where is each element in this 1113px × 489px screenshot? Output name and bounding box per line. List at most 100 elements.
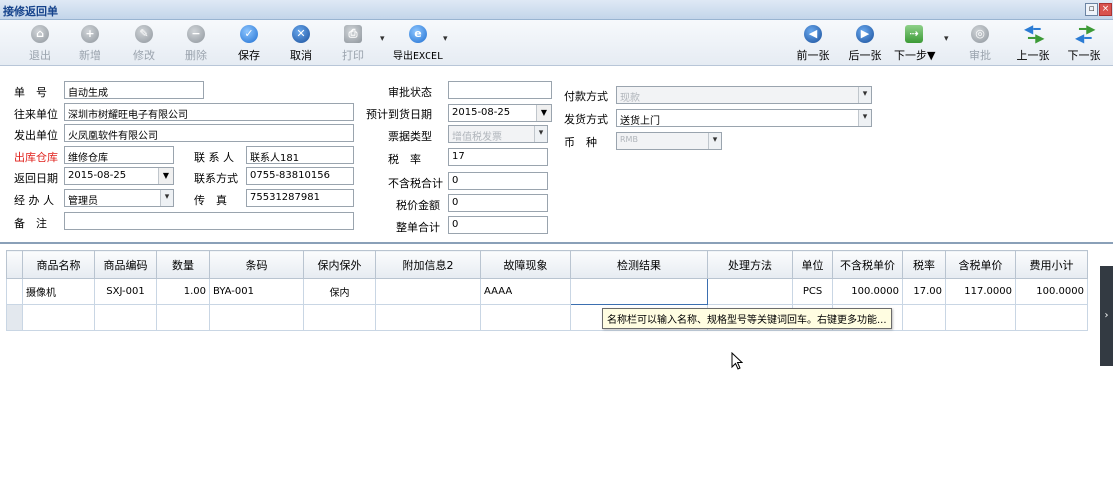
invoice-type-select[interactable]: 增值税发票 — [448, 125, 548, 143]
add-button[interactable]: + 新增 — [70, 25, 110, 63]
handler-select[interactable]: 管理员 — [64, 189, 174, 207]
next-step-dropdown-icon[interactable]: ▾ — [944, 34, 949, 44]
partner-label: 往来单位 — [14, 108, 58, 121]
cell-qty[interactable]: 1.00 — [156, 278, 210, 305]
swap-arrows-icon: ━▶ ◀━ — [1075, 22, 1096, 45]
cell-empty[interactable] — [480, 304, 571, 331]
swap-arrows-icon: ◀━ ━▶ — [1024, 22, 1045, 45]
col-header[interactable]: 数量 — [156, 250, 210, 279]
table-header-row: 商品名称 商品编码 数量 条码 保内保外 附加信息2 故障现象 检测结果 处理方… — [6, 250, 1088, 279]
edit-button[interactable]: ✎ 修改 — [124, 25, 164, 63]
approval-field — [448, 81, 552, 99]
col-header[interactable]: 费用小计 — [1015, 250, 1088, 279]
sender-field[interactable]: 火凤凰软件有限公司 — [64, 124, 354, 142]
col-header[interactable]: 含税单价 — [945, 250, 1016, 279]
prev-page-button[interactable]: ◀━ ━▶ 上一张 — [1013, 22, 1053, 63]
col-header[interactable]: 条码 — [209, 250, 304, 279]
export-dropdown-icon[interactable]: ▾ — [443, 34, 448, 44]
export-excel-button[interactable]: e 导出EXCEL — [393, 25, 443, 62]
shipping-select[interactable]: 送货上门 — [616, 109, 872, 127]
x-icon: ✕ — [292, 25, 310, 43]
cell-rate[interactable]: 17.00 — [902, 278, 946, 305]
cell-warranty[interactable]: 保内 — [303, 278, 376, 305]
cancel-button[interactable]: ✕ 取消 — [281, 25, 321, 63]
cell-code[interactable]: SXJ-001 — [94, 278, 157, 305]
cell-empty[interactable] — [209, 304, 304, 331]
cell-empty[interactable] — [303, 304, 376, 331]
cell-name[interactable]: 摄像机 — [22, 278, 95, 305]
cell-taxed-price[interactable]: 117.0000 — [945, 278, 1016, 305]
col-header[interactable]: 检测结果 — [570, 250, 708, 279]
cell-method[interactable] — [707, 278, 793, 305]
exit-icon: ⌂ — [31, 25, 49, 43]
col-header[interactable]: 单位 — [792, 250, 833, 279]
approve-button[interactable]: ◎ 审批 — [960, 25, 1000, 63]
delete-button[interactable]: − 删除 — [176, 25, 216, 63]
phone-label: 联系方式 — [194, 172, 238, 185]
print-button[interactable]: ⎙ 打印 — [333, 25, 373, 63]
cell-unit[interactable]: PCS — [792, 278, 833, 305]
contact-field[interactable]: 联系人181 — [246, 146, 354, 164]
cell-empty[interactable] — [94, 304, 157, 331]
col-header[interactable]: 税率 — [902, 250, 946, 279]
col-header[interactable]: 保内保外 — [303, 250, 376, 279]
minus-icon: − — [187, 25, 205, 43]
pretax-total-label: 不含税合计 — [388, 177, 443, 190]
cell-empty[interactable] — [902, 304, 946, 331]
exit-button[interactable]: ⌂ 退出 — [20, 25, 60, 63]
cell-empty[interactable] — [156, 304, 210, 331]
cell-empty[interactable] — [1015, 304, 1088, 331]
print-dropdown-icon[interactable]: ▾ — [380, 34, 385, 44]
restore-button[interactable]: ▫ — [1085, 3, 1098, 16]
tax-amount-field: 0 — [448, 194, 548, 212]
tax-rate-field[interactable]: 17 — [448, 148, 548, 166]
row-header[interactable] — [6, 278, 23, 305]
side-panel-handle[interactable]: › — [1100, 266, 1113, 366]
col-header[interactable]: 处理方法 — [707, 250, 793, 279]
col-header[interactable]: 不含税单价 — [832, 250, 903, 279]
edit-icon: ✎ — [135, 25, 153, 43]
cell-empty[interactable] — [375, 304, 481, 331]
warehouse-label: 出库仓库 — [14, 151, 58, 164]
cell-empty[interactable] — [945, 304, 1016, 331]
close-button[interactable]: × — [1099, 3, 1112, 16]
payment-label: 付款方式 — [564, 90, 608, 103]
toolbar: ⌂ 退出 + 新增 ✎ 修改 − 删除 ✓ 保存 ✕ 取消 ⎙ 打印 ▾ e 导… — [0, 20, 1113, 66]
doc-no-field[interactable]: 自动生成 — [64, 81, 204, 99]
payment-select[interactable]: 现款 — [616, 86, 872, 104]
doc-no-label: 单 号 — [14, 86, 47, 99]
next-doc-button[interactable]: ▶ 后一张 — [845, 25, 885, 63]
col-header[interactable]: 故障现象 — [480, 250, 571, 279]
cell-subtotal[interactable]: 100.0000 — [1015, 278, 1088, 305]
fax-label: 传 真 — [194, 194, 227, 207]
partner-field[interactable]: 深圳市树耀旺电子有限公司 — [64, 103, 354, 121]
fax-field[interactable]: 75531287981 — [246, 189, 354, 207]
cell-empty[interactable] — [22, 304, 95, 331]
name-column-tooltip: 名称栏可以输入名称、规格型号等关键词回车。右键更多功能... — [602, 308, 892, 329]
row-header-corner — [6, 250, 23, 279]
cell-fault[interactable]: AAAA — [480, 278, 571, 305]
table-row[interactable]: 摄像机 SXJ-001 1.00 BYA-001 保内 AAAA PCS 100… — [6, 278, 1088, 305]
prev-doc-button[interactable]: ◀ 前一张 — [793, 25, 833, 63]
arrival-date-picker[interactable]: 2015-08-25 — [448, 104, 552, 122]
col-header[interactable]: 附加信息2 — [375, 250, 481, 279]
order-total-label: 整单合计 — [396, 221, 440, 234]
row-header[interactable] — [6, 304, 23, 331]
remark-field[interactable] — [64, 212, 354, 230]
col-header[interactable]: 商品名称 — [22, 250, 95, 279]
next-page-button[interactable]: ━▶ ◀━ 下一张 — [1064, 22, 1104, 63]
table-row-empty[interactable] — [6, 304, 1088, 331]
mouse-cursor-icon — [731, 352, 743, 370]
cell-barcode[interactable]: BYA-001 — [209, 278, 304, 305]
return-date-picker[interactable]: 2015-08-25 — [64, 167, 174, 185]
col-header[interactable]: 商品编码 — [94, 250, 157, 279]
phone-field[interactable]: 0755-83810156 — [246, 167, 354, 185]
sender-label: 发出单位 — [14, 129, 58, 142]
currency-select[interactable]: RMB — [616, 132, 722, 150]
cell-price[interactable]: 100.0000 — [832, 278, 903, 305]
next-step-button[interactable]: ⇢ 下一步▼ — [894, 25, 935, 63]
save-button[interactable]: ✓ 保存 — [229, 25, 269, 63]
cell-extra[interactable] — [375, 278, 481, 305]
warehouse-field[interactable]: 维修仓库 — [64, 146, 174, 164]
cell-result-editor[interactable] — [570, 278, 708, 305]
